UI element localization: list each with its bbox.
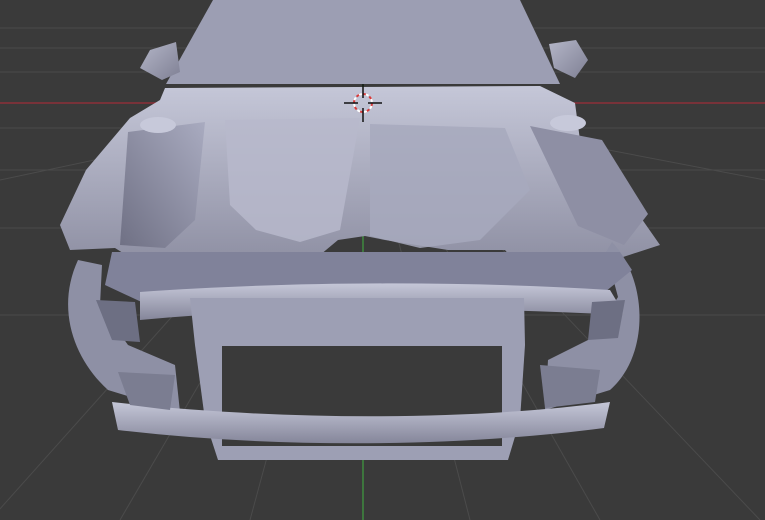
3d-viewport[interactable] — [0, 0, 765, 520]
car-model[interactable] — [60, 0, 660, 460]
left-strut-top — [140, 117, 176, 133]
right-strut-top — [550, 115, 586, 131]
right-fog-panel — [540, 365, 600, 408]
windshield-panel — [166, 0, 560, 84]
viewport-canvas[interactable] — [0, 0, 765, 520]
